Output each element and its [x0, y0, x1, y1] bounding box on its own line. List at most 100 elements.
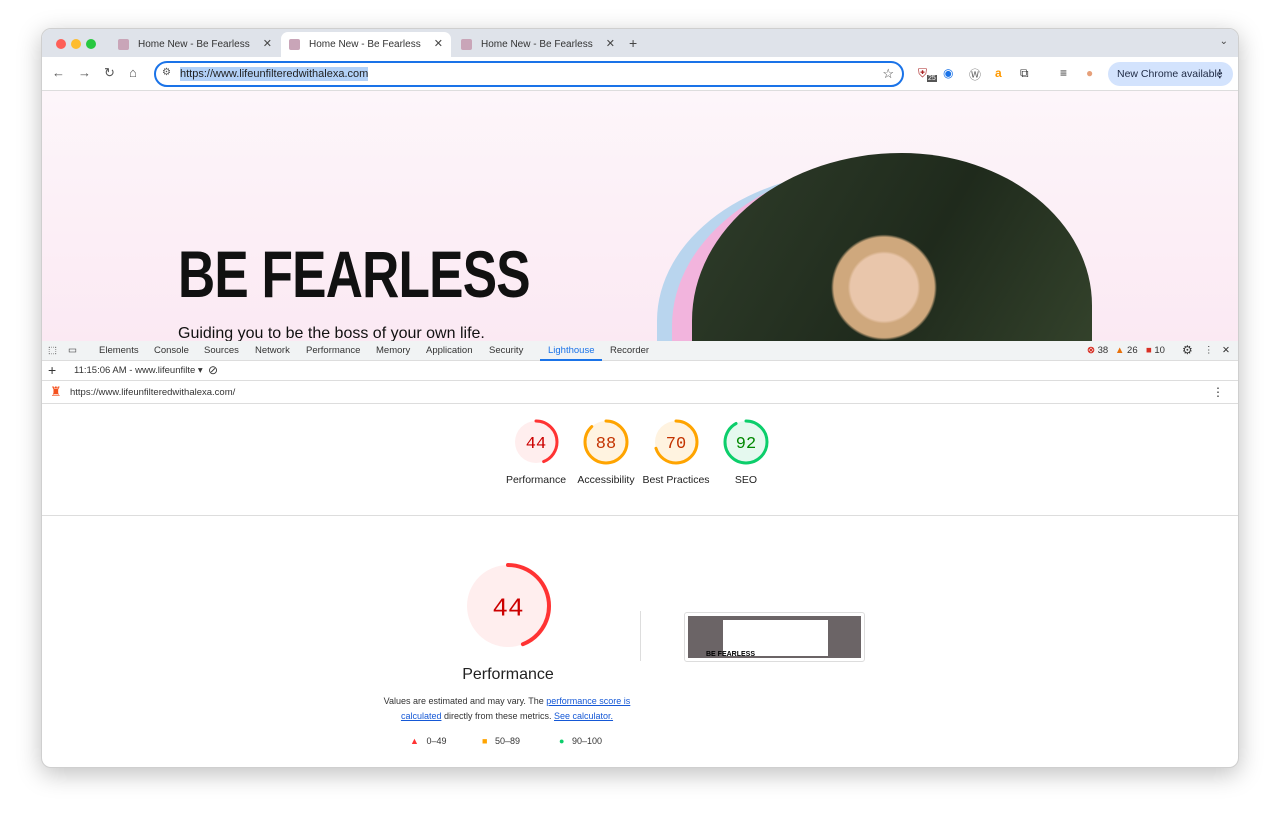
score-gauge-performance[interactable]: 44 Performance — [501, 417, 571, 487]
thumbnail-text: BE FEARLESS — [706, 651, 756, 658]
tab-performance[interactable]: Performance — [306, 345, 360, 356]
tab-search-chevron-icon[interactable]: ⌄ — [1220, 36, 1228, 47]
home-icon[interactable]: ⌂ — [129, 65, 137, 80]
tab-memory[interactable]: Memory — [376, 345, 410, 356]
wordpress-icon[interactable]: Ⓦ — [969, 66, 981, 83]
favicon-icon — [118, 39, 129, 50]
legend-average: ■ 50–89 — [482, 736, 520, 746]
amazon-icon[interactable]: a — [995, 66, 1002, 80]
chrome-menu-icon[interactable]: ⋮ — [1215, 68, 1226, 80]
note-text: directly from these metrics. — [441, 711, 554, 721]
score-gauge-seo[interactable]: 92 SEO — [711, 417, 781, 487]
score-note: Values are estimated and may vary. The p… — [382, 694, 632, 724]
address-bar[interactable]: https://www.lifeunfilteredwithalexa.com … — [154, 61, 904, 87]
note-text: Values are estimated and may vary. The — [383, 696, 547, 706]
new-tab-button[interactable]: + — [629, 35, 637, 51]
device-toolbar-icon[interactable]: ▭ — [68, 345, 77, 356]
error-count: 38 — [1097, 345, 1109, 356]
error-icon: ⊗ — [1087, 345, 1095, 356]
hero-title: BE FEARLESS — [178, 237, 531, 311]
gauge-label: Accessibility — [577, 474, 635, 486]
webpage-viewport: BE FEARLESS Guiding you to be the boss o… — [42, 91, 1238, 341]
more-options-icon[interactable]: ⋮ — [1204, 345, 1214, 356]
hero-photo — [692, 153, 1092, 341]
tab-network[interactable]: Network — [255, 345, 290, 356]
score-gauge-accessibility[interactable]: 88 Accessibility — [571, 417, 641, 487]
performance-section: 44 Performance Values are estimated and … — [42, 516, 1238, 766]
close-tab-icon[interactable]: ✕ — [434, 37, 443, 50]
tab-title: Home New - Be Fearless — [309, 39, 421, 50]
bookmark-star-icon[interactable]: ☆ — [882, 66, 894, 82]
new-report-plus-icon[interactable]: + — [48, 362, 56, 378]
gauge-value: 88 — [596, 435, 616, 454]
warning-counter[interactable]: ▲ 26 — [1115, 345, 1138, 356]
extensions-puzzle-icon[interactable]: ⧉ — [1020, 66, 1029, 81]
reload-icon[interactable]: ↻ — [104, 65, 115, 81]
tab-lighthouse[interactable]: Lighthouse — [548, 345, 594, 356]
triangle-icon: ▲ — [410, 736, 419, 746]
new-chrome-label: New Chrome available — [1117, 68, 1223, 80]
lighthouse-logo-icon: ♜ — [50, 384, 62, 399]
issue-flag-icon: ■ — [1146, 345, 1152, 356]
tab-security[interactable]: Security — [489, 345, 523, 356]
gauge-label: Performance — [505, 474, 567, 486]
score-gauge-best-practices[interactable]: 70 Best Practices — [641, 417, 711, 487]
gauge-value: 44 — [492, 593, 523, 623]
close-tab-icon[interactable]: ✕ — [263, 37, 272, 50]
url-text[interactable]: https://www.lifeunfilteredwithalexa.com — [180, 67, 369, 81]
gauge-label: SEO — [734, 474, 758, 486]
forward-icon[interactable]: → — [78, 65, 91, 80]
media-controls-icon[interactable]: ≡ — [1060, 66, 1067, 80]
legend-fail: ▲ 0–49 — [410, 736, 446, 746]
browser-tab[interactable]: Home New - Be Fearless ✕ — [453, 32, 623, 57]
password-manager-icon[interactable]: ◉ — [943, 66, 953, 80]
browser-tab[interactable]: Home New - Be Fearless ✕ — [110, 32, 280, 57]
gauge-value: 44 — [526, 435, 546, 454]
lighthouse-toolbar: + 11:15:06 AM - www.lifeunfilte ▾ ⊘ — [42, 361, 1238, 381]
legend-pass: ● 90–100 — [559, 736, 602, 746]
warning-icon: ▲ — [1115, 345, 1125, 356]
inspect-element-icon[interactable]: ⬚ — [48, 345, 57, 356]
score-gauges: 44 Performance 88 Accessibility 70 Best Pract… — [42, 404, 1238, 516]
see-calculator-link[interactable]: See calculator. — [554, 711, 613, 721]
divider — [640, 611, 641, 661]
tab-strip: Home New - Be Fearless ✕ Home New - Be Fe… — [42, 29, 1238, 57]
minimize-window-button[interactable] — [71, 39, 81, 49]
tab-title: Home New - Be Fearless — [481, 39, 593, 50]
tab-title: Home New - Be Fearless — [138, 39, 250, 50]
maximize-window-button[interactable] — [86, 39, 96, 49]
browser-tab-active[interactable]: Home New - Be Fearless ✕ — [281, 32, 451, 57]
new-chrome-available-button[interactable]: New Chrome available ⋮ — [1108, 62, 1233, 86]
circle-icon: ● — [559, 736, 565, 746]
report-menu-icon[interactable]: ⋮ — [1212, 385, 1224, 399]
tab-sources[interactable]: Sources — [204, 345, 239, 356]
page-screenshot-thumbnail[interactable]: BE FEARLESS — [684, 612, 865, 662]
close-devtools-icon[interactable]: ✕ — [1222, 345, 1230, 356]
favicon-icon — [461, 39, 472, 50]
report-url[interactable]: https://www.lifeunfilteredwithalexa.com/ — [70, 387, 235, 398]
report-selector-label: 11:15:06 AM - www.lifeunfilte — [74, 365, 196, 376]
issue-count: 10 — [1154, 345, 1165, 356]
close-window-button[interactable] — [56, 39, 66, 49]
browser-toolbar: ← → ↻ ⌂ https://www.lifeunfilteredwithal… — [42, 57, 1238, 91]
site-settings-icon[interactable]: ⚙ — [162, 67, 171, 78]
tab-console[interactable]: Console — [154, 345, 189, 356]
gauge-value: 92 — [736, 435, 756, 454]
tab-application[interactable]: Application — [426, 345, 472, 356]
square-icon: ■ — [482, 736, 488, 746]
close-tab-icon[interactable]: ✕ — [606, 37, 615, 50]
gauge-value: 70 — [666, 435, 686, 454]
settings-gear-icon[interactable]: ⚙ — [1182, 343, 1193, 357]
legend-label: 50–89 — [494, 736, 520, 746]
error-counter[interactable]: ⊗ 38 — [1087, 345, 1108, 356]
tab-recorder[interactable]: Recorder — [610, 345, 649, 356]
clear-reports-icon[interactable]: ⊘ — [208, 363, 218, 377]
report-selector[interactable]: 11:15:06 AM - www.lifeunfilte ▾ — [74, 365, 203, 376]
issues-counter[interactable]: ■ 10 — [1146, 345, 1165, 356]
profile-avatar[interactable]: ● — [1086, 66, 1093, 80]
back-icon[interactable]: ← — [52, 65, 65, 80]
performance-gauge-large: 44 — [465, 563, 551, 649]
report-url-row: ♜ https://www.lifeunfilteredwithalexa.co… — [42, 381, 1238, 404]
extension-shield-icon[interactable]: ⛨25 — [918, 66, 937, 83]
tab-elements[interactable]: Elements — [99, 345, 139, 356]
